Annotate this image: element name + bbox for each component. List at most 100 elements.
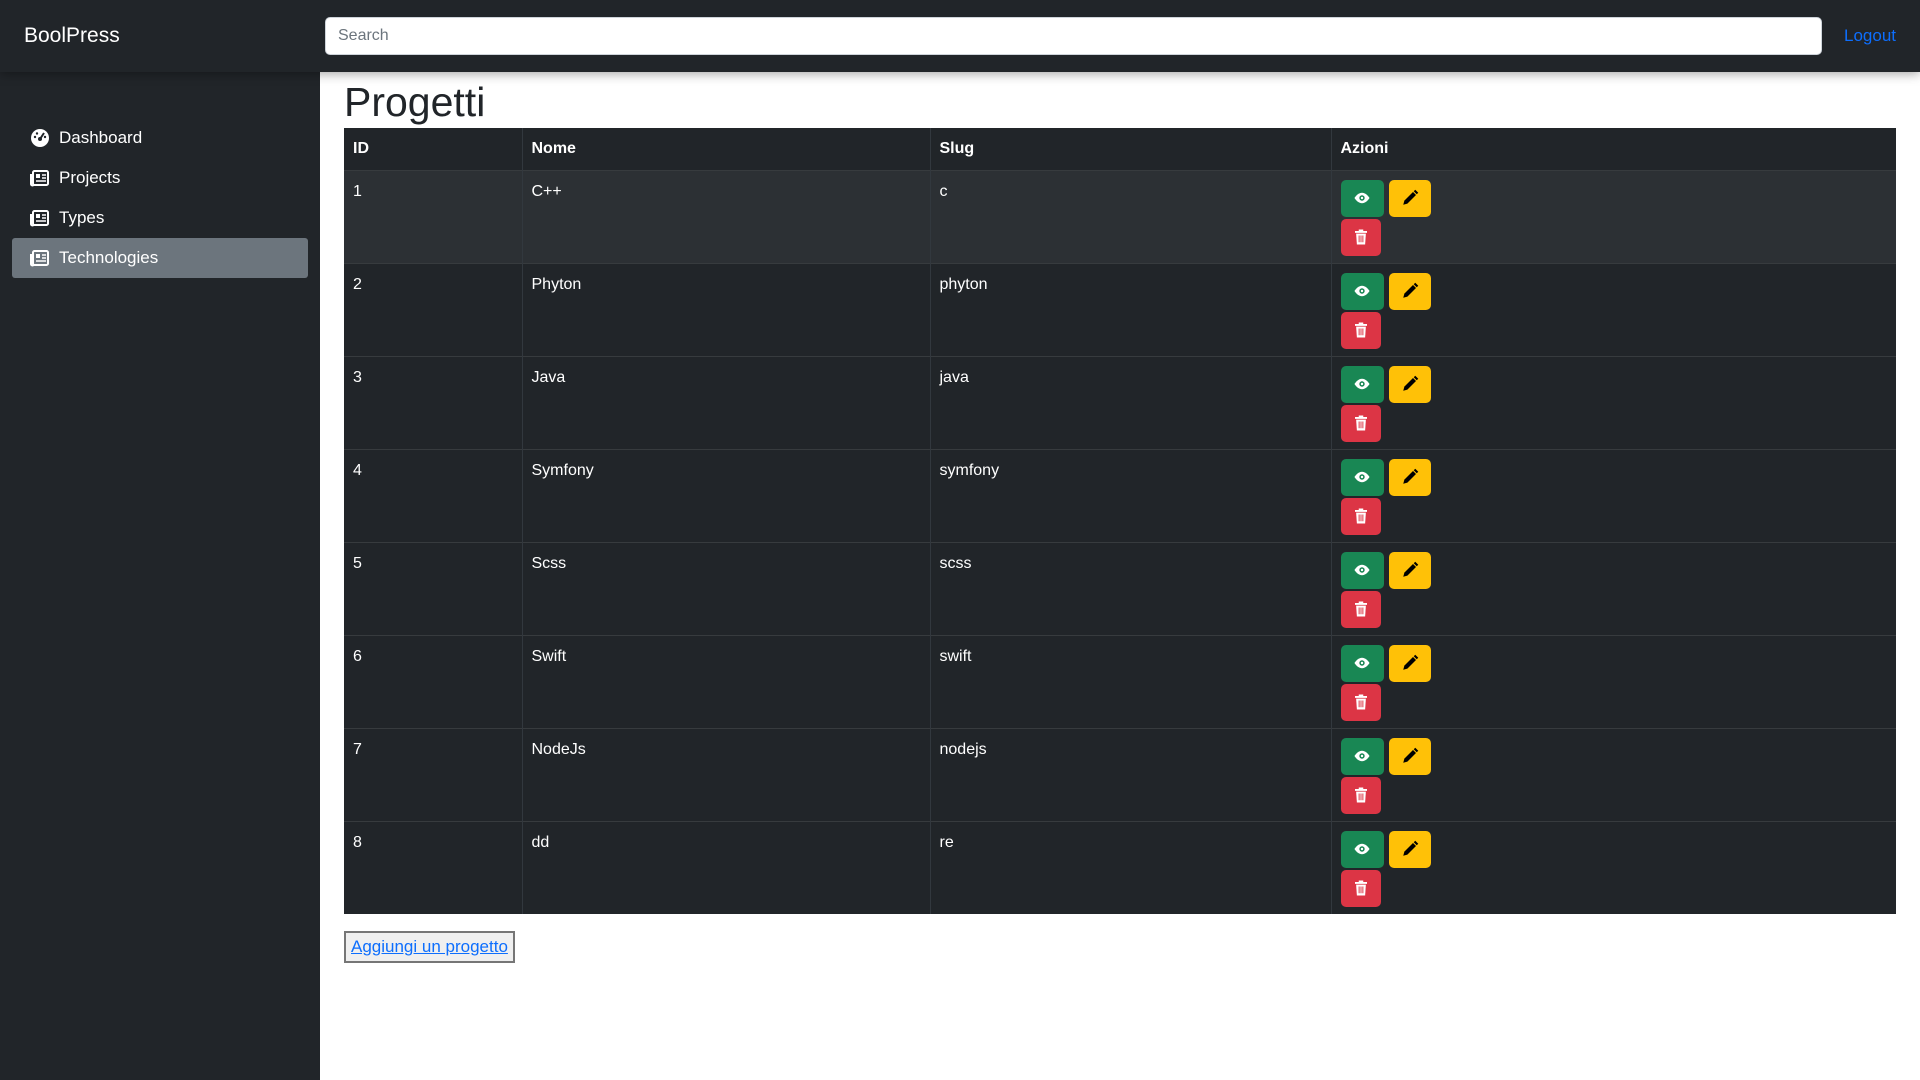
cell-nome: Java [522, 355, 931, 449]
cell-id: 8 [344, 820, 523, 914]
eye-icon [1353, 189, 1371, 207]
cell-slug: java [930, 355, 1332, 449]
sidebar-item-label: Dashboard [59, 128, 143, 147]
cell-actions [1331, 634, 1896, 728]
action-buttons [1340, 551, 1441, 630]
pencil-icon [1401, 747, 1419, 765]
table-row: 4 Symfony symfony [344, 448, 1896, 542]
delete-button[interactable] [1340, 404, 1381, 442]
cell-nome: Scss [522, 541, 931, 635]
view-button[interactable] [1340, 830, 1384, 868]
cell-slug: phyton [930, 262, 1332, 356]
trash-icon [1352, 600, 1370, 618]
cell-actions [1331, 727, 1896, 821]
eye-icon [1353, 840, 1371, 858]
cell-slug: scss [930, 541, 1332, 635]
column-header-azioni: Azioni [1340, 139, 1389, 157]
view-button[interactable] [1340, 365, 1384, 403]
newspaper-icon [29, 167, 51, 189]
action-buttons [1340, 179, 1441, 258]
table-row: 6 Swift swift [344, 634, 1896, 728]
sidebar-item-dashboard[interactable]: Dashboard [12, 118, 308, 158]
cell-slug: symfony [930, 448, 1332, 542]
delete-button[interactable] [1340, 776, 1381, 814]
cell-id: 4 [344, 448, 523, 542]
column-header-id: ID [344, 128, 523, 170]
cell-id: 3 [344, 355, 523, 449]
trash-icon [1352, 786, 1370, 804]
eye-icon [1353, 468, 1371, 486]
main-content: Progetti ID Nome Slug Azioni 1 C++ c 2 Phyto… [344, 72, 1896, 963]
cell-id: 5 [344, 541, 523, 635]
add-project-button[interactable]: Aggiungi un progetto [344, 931, 515, 963]
view-button[interactable] [1340, 179, 1384, 217]
table-row: 2 Phyton phyton [344, 262, 1896, 356]
delete-button[interactable] [1340, 497, 1381, 535]
edit-button[interactable] [1388, 365, 1431, 403]
delete-button[interactable] [1340, 683, 1381, 721]
trash-icon [1352, 228, 1370, 246]
brand-logo[interactable]: BoolPress [24, 24, 120, 48]
edit-button[interactable] [1388, 551, 1431, 589]
view-button[interactable] [1340, 737, 1384, 775]
column-header-nome: Nome [522, 128, 931, 170]
eye-icon [1353, 654, 1371, 672]
view-button[interactable] [1340, 272, 1384, 310]
view-button[interactable] [1340, 458, 1384, 496]
view-button[interactable] [1340, 644, 1384, 682]
pencil-icon [1401, 282, 1419, 300]
cell-nome: Swift [522, 634, 931, 728]
sidebar-item-label: Types [59, 208, 105, 227]
cell-nome: Phyton [522, 262, 931, 356]
sidebar-item-projects[interactable]: Projects [12, 158, 308, 198]
newspaper-icon [29, 247, 51, 269]
cell-nome: C++ [522, 169, 931, 263]
eye-icon [1353, 375, 1371, 393]
sidebar: Dashboard Projects Types Technologies [0, 72, 320, 1080]
table-row: 5 Scss scss [344, 541, 1896, 635]
action-buttons [1340, 272, 1441, 351]
cell-slug: re [930, 820, 1332, 914]
cell-actions [1331, 820, 1896, 914]
pencil-icon [1401, 189, 1419, 207]
view-button[interactable] [1340, 551, 1384, 589]
sidebar-item-label: Projects [59, 168, 121, 187]
trash-icon [1352, 414, 1370, 432]
eye-icon [1353, 561, 1371, 579]
action-buttons [1340, 830, 1441, 909]
cell-id: 1 [344, 169, 523, 263]
cell-nome: Symfony [522, 448, 931, 542]
cell-id: 2 [344, 262, 523, 356]
action-buttons [1340, 458, 1441, 537]
search-input[interactable] [325, 17, 1822, 55]
sidebar-item-types[interactable]: Types [12, 198, 308, 238]
pencil-icon [1401, 654, 1419, 672]
edit-button[interactable] [1388, 458, 1431, 496]
top-navbar: BoolPress Logout [0, 0, 1920, 72]
action-buttons [1340, 365, 1441, 444]
cell-slug: swift [930, 634, 1332, 728]
delete-button[interactable] [1340, 218, 1381, 256]
table-row: 7 NodeJs nodejs [344, 727, 1896, 821]
edit-button[interactable] [1388, 644, 1431, 682]
logout-link[interactable]: Logout [1844, 26, 1896, 46]
table-row: 8 dd re [344, 820, 1896, 914]
table-row: 3 Java java [344, 355, 1896, 449]
eye-icon [1353, 282, 1371, 300]
cell-id: 6 [344, 634, 523, 728]
cell-slug: c [930, 169, 1332, 263]
newspaper-icon [29, 207, 51, 229]
cell-actions [1331, 541, 1896, 635]
trash-icon [1352, 693, 1370, 711]
dashboard-gauge-icon [29, 127, 51, 149]
delete-button[interactable] [1340, 590, 1381, 628]
page-title: Progetti [344, 79, 486, 125]
edit-button[interactable] [1388, 830, 1431, 868]
edit-button[interactable] [1388, 272, 1431, 310]
edit-button[interactable] [1388, 737, 1431, 775]
delete-button[interactable] [1340, 311, 1381, 349]
sidebar-item-technologies[interactable]: Technologies [12, 238, 308, 278]
delete-button[interactable] [1340, 869, 1381, 907]
edit-button[interactable] [1388, 179, 1431, 217]
cell-nome: dd [522, 820, 931, 914]
